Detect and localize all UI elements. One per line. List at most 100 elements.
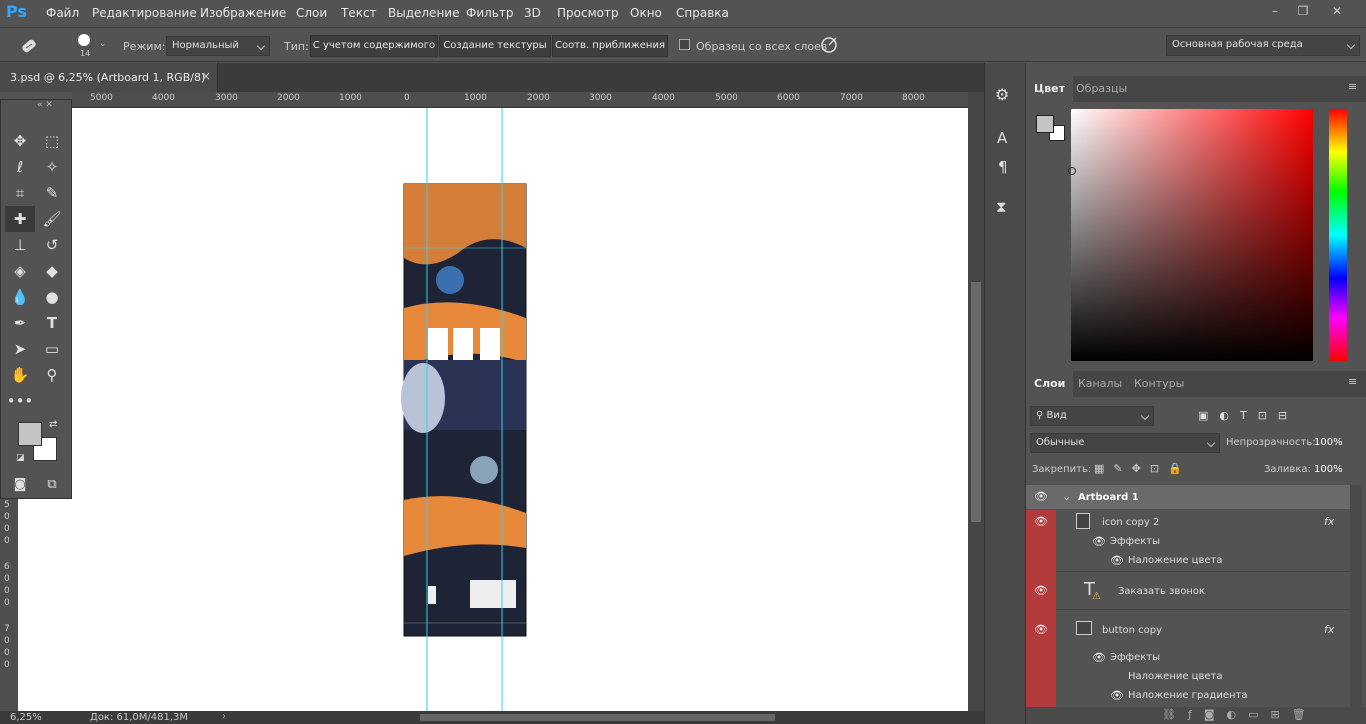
- hand-tool-icon[interactable]: ✋: [5, 362, 35, 388]
- type-tool-icon[interactable]: T: [37, 310, 67, 336]
- zoom-tool-icon[interactable]: ⚲: [37, 362, 67, 388]
- layer-actions-icons[interactable]: ⛓ƒ◙◐▭⊞🗑: [1162, 708, 1318, 721]
- minimize-icon[interactable]: –: [1264, 3, 1286, 19]
- history-brush-icon[interactable]: ↺: [37, 232, 67, 258]
- eye-icon[interactable]: 👁: [1110, 555, 1126, 566]
- crop-tool-icon[interactable]: ⌗: [5, 180, 35, 206]
- eye-icon[interactable]: 👁: [1110, 690, 1126, 701]
- workspace-select[interactable]: Основная рабочая среда: [1166, 35, 1360, 56]
- chevron-down-icon[interactable]: ⌄: [1062, 490, 1071, 503]
- ruler-label: 4000: [652, 93, 675, 103]
- menu-help[interactable]: Справка: [676, 6, 729, 20]
- menu-image[interactable]: Изображение: [200, 6, 286, 20]
- document-tab[interactable]: 3.psd @ 6,25% (Artboard 1, RGB/8) ×: [0, 63, 218, 92]
- close-icon[interactable]: ✕: [1326, 3, 1348, 19]
- eye-icon[interactable]: 👁: [1034, 585, 1050, 596]
- layer-filter-icons[interactable]: ▣◐T⊡⊟: [1198, 409, 1298, 422]
- healing-brush-icon[interactable]: ✚: [5, 206, 35, 232]
- eye-icon[interactable]: 👁: [1034, 516, 1050, 527]
- fx-icon[interactable]: fx: [1324, 515, 1334, 528]
- layer-name[interactable]: icon copy 2: [1102, 517, 1159, 528]
- layer-name[interactable]: Заказать звонок: [1118, 586, 1205, 597]
- quick-mask-icon[interactable]: ◙: [5, 472, 35, 498]
- menu-filter[interactable]: Фильтр: [466, 6, 513, 20]
- properties-icon[interactable]: ⚙: [995, 85, 1009, 104]
- menu-file[interactable]: Файл: [46, 6, 79, 20]
- chevron-down-icon[interactable]: ⌄: [99, 39, 107, 49]
- collapse-icon[interactable]: « ✕: [37, 100, 53, 110]
- tab-layers[interactable]: Слои: [1026, 371, 1074, 397]
- opacity-value[interactable]: 100%: [1314, 437, 1343, 448]
- menu-layer[interactable]: Слои: [296, 6, 327, 20]
- fill-value[interactable]: 100%: [1314, 464, 1343, 475]
- blend-mode-select[interactable]: Обычные: [1030, 433, 1220, 453]
- default-colors-icon[interactable]: ◪: [16, 453, 25, 463]
- path-select-icon[interactable]: ➤: [5, 336, 35, 362]
- tab-paths[interactable]: Контуры: [1126, 371, 1192, 397]
- menu-view[interactable]: Просмотр: [557, 6, 619, 20]
- blur-tool-icon[interactable]: 💧: [5, 284, 35, 310]
- brush-preview-icon[interactable]: [78, 34, 90, 46]
- lock-icons[interactable]: ▦✎✥⊡🔒: [1094, 462, 1191, 475]
- layer-name[interactable]: button copy: [1102, 625, 1162, 636]
- color-panel-tabs: Цвет Образцы ≡: [1026, 76, 1366, 102]
- swap-colors-icon[interactable]: ⇄: [49, 419, 57, 430]
- content-aware-button[interactable]: С учетом содержимого: [310, 35, 438, 57]
- panel-menu-icon[interactable]: ≡: [1348, 80, 1357, 93]
- pen-tool-icon[interactable]: ✒: [5, 310, 35, 336]
- restore-icon[interactable]: ❐: [1292, 3, 1314, 19]
- layer-filter-select[interactable]: ⚲ Вид: [1030, 406, 1154, 426]
- marquee-tool-icon[interactable]: ⬚: [37, 128, 67, 154]
- layer-artboard[interactable]: 👁 ⌄ Artboard 1: [1026, 485, 1350, 509]
- close-tab-icon[interactable]: ×: [201, 69, 211, 83]
- character-icon[interactable]: A: [997, 129, 1007, 147]
- sample-all-checkbox[interactable]: [679, 39, 690, 50]
- foreground-color-swatch[interactable]: [1036, 115, 1054, 133]
- paint-bucket-icon[interactable]: ◆: [37, 258, 67, 284]
- artboard-preview[interactable]: [18, 108, 968, 711]
- foreground-color-swatch[interactable]: [18, 422, 42, 446]
- tab-channels[interactable]: Каналы: [1070, 371, 1130, 397]
- magic-wand-icon[interactable]: ✧: [37, 154, 67, 180]
- menu-type[interactable]: Текст: [341, 6, 377, 20]
- dodge-tool-icon[interactable]: ●: [37, 284, 67, 310]
- brush-tool-icon[interactable]: 🖌: [37, 206, 67, 232]
- menu-window[interactable]: Окно: [630, 6, 662, 20]
- color-picker-marker[interactable]: [1068, 167, 1076, 175]
- paragraph-icon[interactable]: ¶: [998, 158, 1008, 176]
- history-icon[interactable]: ⧗: [996, 198, 1007, 216]
- menu-select[interactable]: Выделение: [388, 6, 459, 20]
- eye-icon[interactable]: 👁: [1034, 491, 1050, 502]
- pressure-icon[interactable]: [820, 36, 838, 54]
- color-field[interactable]: [1068, 109, 1313, 361]
- layers-scrollbar[interactable]: [1350, 485, 1362, 709]
- lasso-tool-icon[interactable]: ℓ: [5, 154, 35, 180]
- tab-swatches[interactable]: Образцы: [1068, 76, 1135, 102]
- horizontal-scroll-thumb[interactable]: [420, 714, 775, 721]
- fx-icon[interactable]: fx: [1324, 623, 1334, 636]
- proximity-match-button[interactable]: Соотв. приближения: [552, 35, 668, 57]
- stamp-tool-icon[interactable]: ⊥: [5, 232, 35, 258]
- status-arrow-icon[interactable]: ›: [222, 711, 226, 722]
- scroll-thumb[interactable]: [971, 282, 981, 522]
- zoom-level[interactable]: 6,25%: [10, 712, 42, 723]
- healing-brush-preset-icon[interactable]: [18, 36, 40, 56]
- eraser-tool-icon[interactable]: ◈: [5, 258, 35, 284]
- more-tools-icon[interactable]: •••: [5, 388, 35, 414]
- rectangle-tool-icon[interactable]: ▭: [37, 336, 67, 362]
- tab-color[interactable]: Цвет: [1026, 76, 1074, 102]
- eyedropper-icon[interactable]: ✎: [37, 180, 67, 206]
- move-tool-icon[interactable]: ✥: [5, 128, 35, 154]
- eye-icon[interactable]: 👁: [1092, 652, 1108, 663]
- panel-menu-icon[interactable]: ≡: [1348, 375, 1357, 388]
- create-texture-button[interactable]: Создание текстуры: [439, 35, 551, 57]
- menu-edit[interactable]: Редактирование: [92, 6, 197, 20]
- eye-icon[interactable]: 👁: [1034, 624, 1050, 635]
- vertical-scrollbar[interactable]: [968, 92, 984, 711]
- eye-icon[interactable]: 👁: [1092, 536, 1108, 547]
- hue-slider[interactable]: [1329, 109, 1347, 361]
- menu-3d[interactable]: 3D: [524, 6, 541, 20]
- screen-mode-icon[interactable]: ⧉: [37, 472, 67, 498]
- canvas[interactable]: [18, 108, 968, 711]
- mode-select[interactable]: Нормальный: [166, 36, 270, 56]
